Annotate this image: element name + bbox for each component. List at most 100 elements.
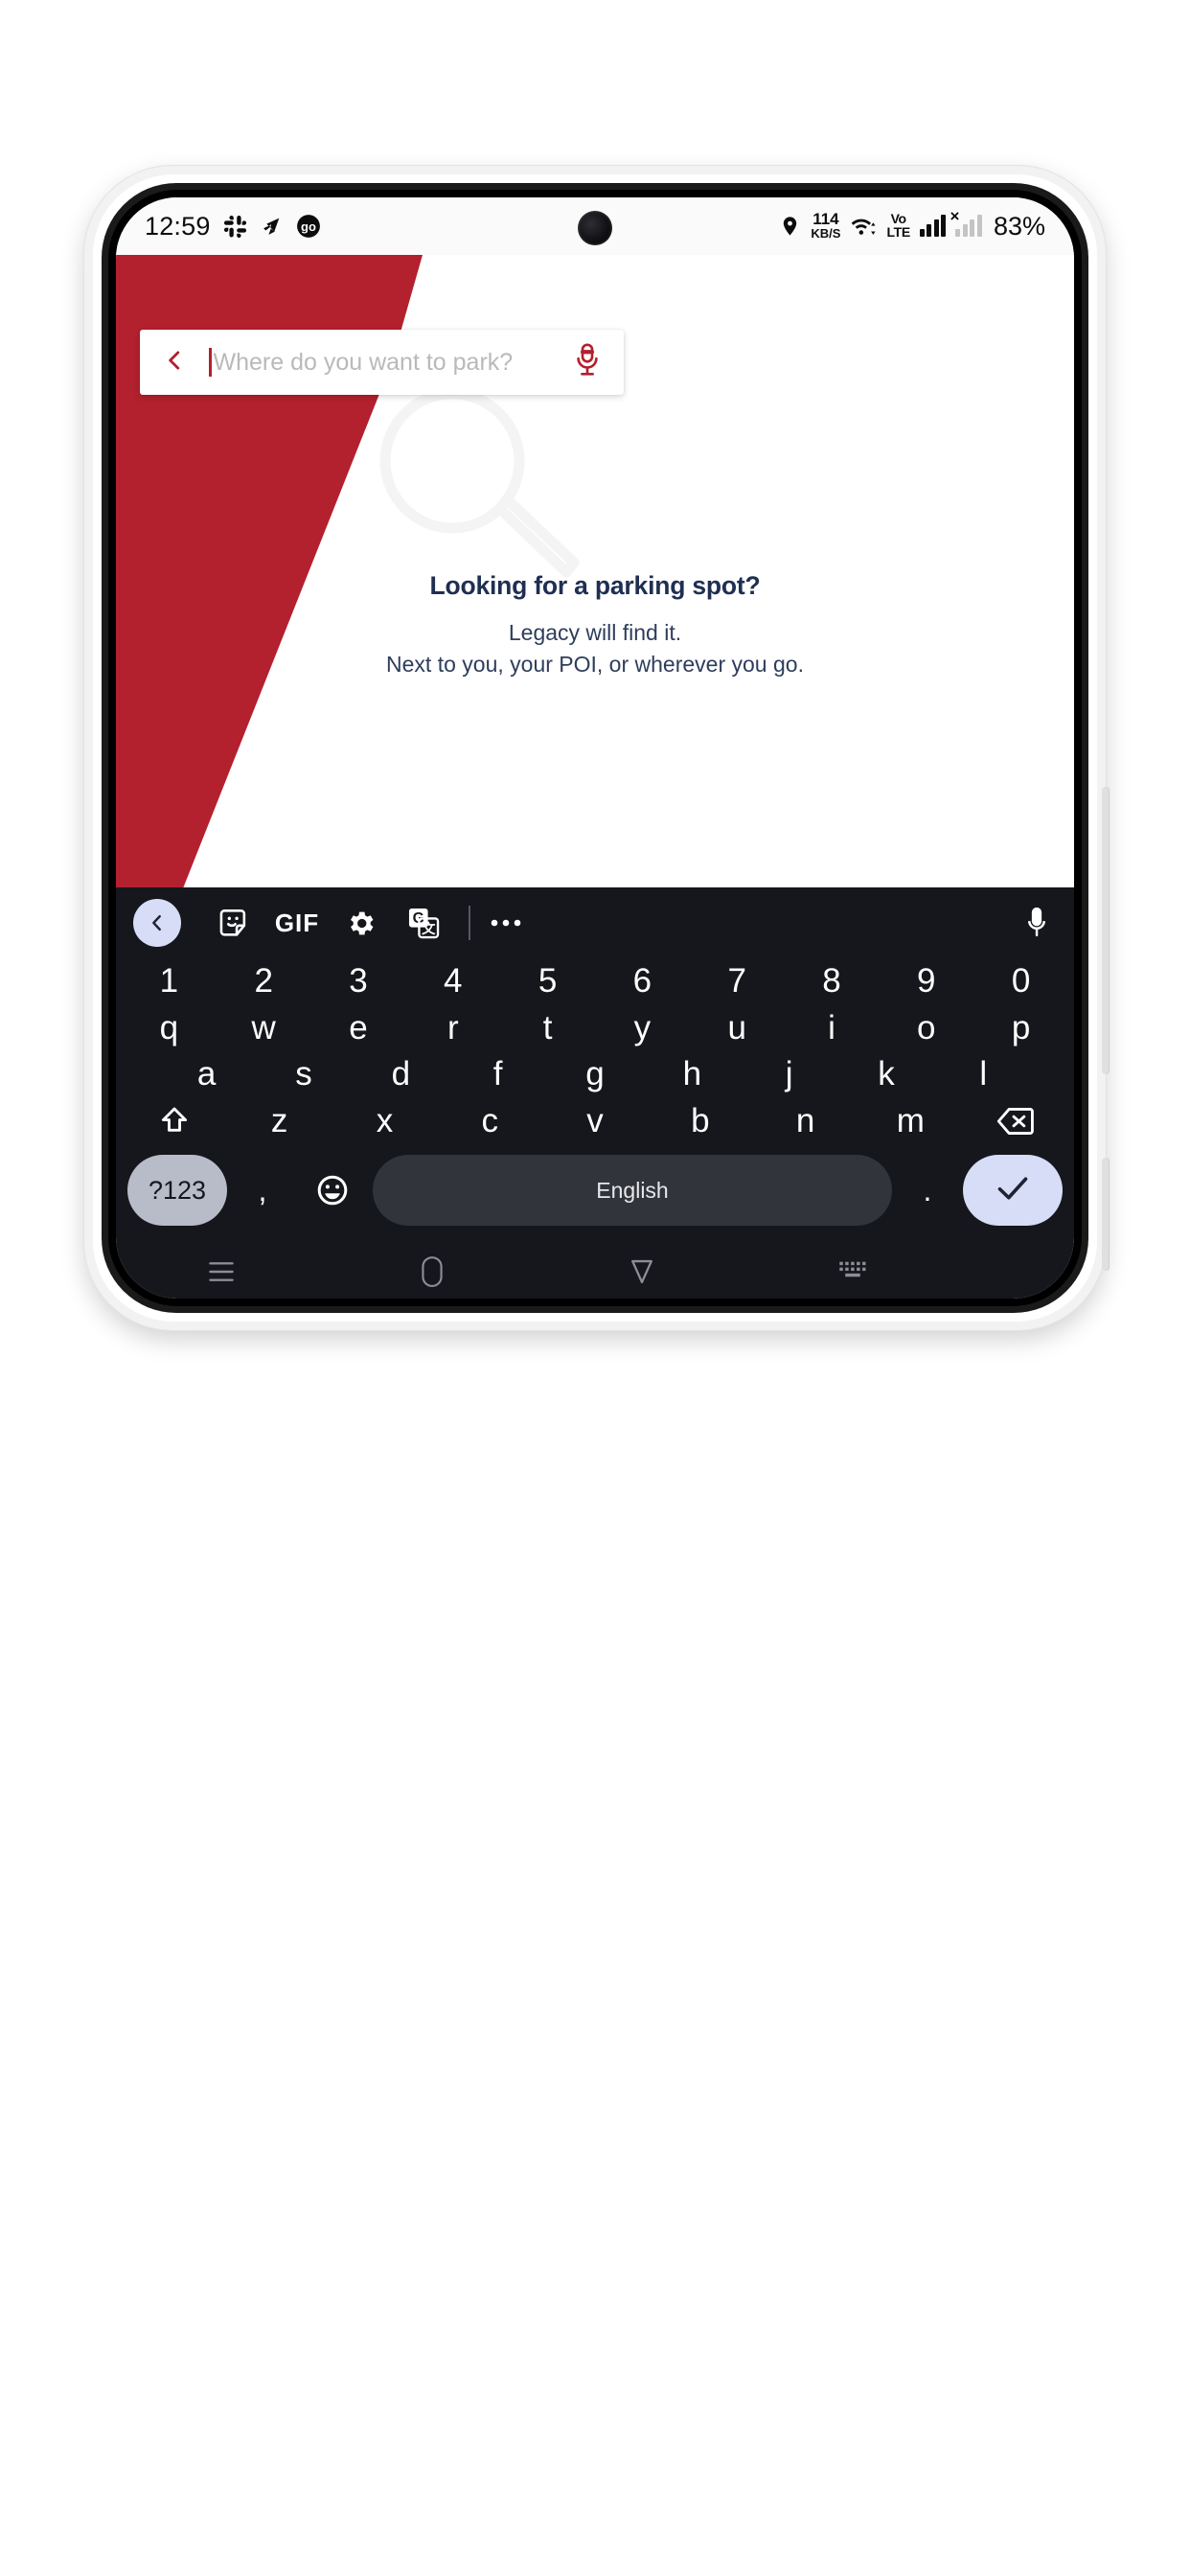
search-input[interactable] — [213, 330, 551, 395]
google-translate-icon[interactable]: G 文 — [392, 898, 455, 948]
keyboard-row-asdf: a s d f g h j k l — [116, 1051, 1074, 1098]
on-screen-keyboard: GIF G 文 1 2 3 4 5 6 7 8 9 0 q w e r t y … — [116, 887, 1074, 1244]
key-4[interactable]: 4 — [405, 958, 500, 1005]
gif-button[interactable]: GIF — [265, 898, 329, 948]
key-u[interactable]: u — [690, 1005, 785, 1052]
volte-bottom: LTE — [886, 224, 910, 240]
key-w[interactable]: w — [217, 1005, 311, 1052]
go-badge-icon: go — [296, 214, 321, 239]
sticker-icon[interactable] — [202, 898, 265, 948]
key-i[interactable]: i — [785, 1005, 880, 1052]
key-o[interactable]: o — [879, 1005, 973, 1052]
keyboard-row-bottom: ?123 , English . — [116, 1144, 1074, 1244]
key-a[interactable]: a — [158, 1051, 255, 1098]
key-5[interactable]: 5 — [500, 958, 595, 1005]
signal-bars-no-service-icon: × — [950, 207, 982, 237]
key-7[interactable]: 7 — [690, 958, 785, 1005]
key-2[interactable]: 2 — [217, 958, 311, 1005]
back-chevron-icon[interactable] — [538, 1257, 748, 1286]
phone-device-frame: 12:59 go 114 KB/S Vo LTE × 83% Where do … — [84, 166, 1110, 1330]
shift-icon[interactable] — [122, 1098, 227, 1145]
slack-icon — [223, 215, 247, 239]
key-s[interactable]: s — [255, 1051, 352, 1098]
voice-search-button[interactable] — [551, 330, 624, 395]
recents-icon[interactable] — [116, 1259, 327, 1284]
key-f[interactable]: f — [449, 1051, 546, 1098]
volume-button[interactable] — [1102, 787, 1110, 1074]
chevron-left-icon — [162, 345, 187, 380]
key-r[interactable]: r — [405, 1005, 500, 1052]
key-j[interactable]: j — [741, 1051, 837, 1098]
status-clock: 12:59 — [145, 211, 211, 241]
key-z[interactable]: z — [227, 1098, 332, 1145]
keyboard-toolbar-back-button[interactable] — [133, 899, 181, 947]
key-y[interactable]: y — [595, 1005, 690, 1052]
key-p[interactable]: p — [973, 1005, 1068, 1052]
empty-state-title: Looking for a parking spot? — [429, 571, 761, 600]
key-6[interactable]: 6 — [595, 958, 690, 1005]
key-l[interactable]: l — [935, 1051, 1032, 1098]
key-t[interactable]: t — [500, 1005, 595, 1052]
key-n[interactable]: n — [753, 1098, 858, 1145]
key-8[interactable]: 8 — [785, 958, 880, 1005]
key-b[interactable]: b — [648, 1098, 753, 1145]
net-speed-unit: KB/S — [811, 225, 841, 241]
key-d[interactable]: d — [353, 1051, 449, 1098]
empty-state-subtitle: Legacy will find it. Next to you, your P… — [116, 617, 1074, 679]
keyboard-toolbar-divider — [469, 906, 470, 940]
sim2-no-service-marker: × — [950, 207, 960, 225]
status-bar-left: 12:59 go — [145, 212, 321, 242]
magnifier-watermark-icon — [363, 384, 593, 590]
space-key[interactable]: English — [373, 1155, 892, 1226]
text-cursor — [209, 348, 212, 377]
svg-text:go: go — [301, 219, 316, 234]
location-pin-icon — [779, 214, 801, 239]
key-x[interactable]: x — [332, 1098, 438, 1145]
key-q[interactable]: q — [122, 1005, 217, 1052]
key-h[interactable]: h — [644, 1051, 741, 1098]
key-e[interactable]: e — [311, 1005, 406, 1052]
key-g[interactable]: g — [546, 1051, 643, 1098]
empty-state-line-2: Next to you, your POI, or wherever you g… — [386, 651, 804, 677]
wifi-icon — [850, 214, 877, 239]
key-1[interactable]: 1 — [122, 958, 217, 1005]
comma-key[interactable]: , — [233, 1155, 292, 1226]
key-c[interactable]: c — [437, 1098, 542, 1145]
key-v[interactable]: v — [542, 1098, 648, 1145]
key-3[interactable]: 3 — [311, 958, 406, 1005]
key-k[interactable]: k — [837, 1051, 934, 1098]
app-content-area: Looking for a parking spot? Legacy will … — [116, 255, 1074, 887]
network-speed-indicator: 114 KB/S — [811, 211, 841, 241]
send-arrow-icon — [260, 215, 284, 239]
svg-text:文: 文 — [422, 920, 436, 937]
backspace-icon[interactable] — [963, 1098, 1068, 1145]
key-9[interactable]: 9 — [879, 958, 973, 1005]
keyboard-toolbar: GIF G 文 — [116, 887, 1074, 958]
keyboard-microphone-icon[interactable] — [1024, 906, 1049, 940]
hide-keyboard-icon[interactable] — [747, 1259, 958, 1284]
keyboard-row-zxcv: z x c v b n m — [116, 1098, 1074, 1145]
empty-state-message: Looking for a parking spot? Legacy will … — [116, 571, 1074, 679]
power-button[interactable] — [1102, 1158, 1110, 1271]
gear-icon[interactable] — [329, 898, 392, 948]
key-0[interactable]: 0 — [973, 958, 1068, 1005]
front-camera-punch-hole — [578, 211, 612, 245]
search-bar[interactable] — [140, 330, 624, 395]
status-bar-right: 114 KB/S Vo LTE × 83% — [779, 207, 1045, 242]
search-back-button[interactable] — [140, 330, 209, 395]
phone-screen: 12:59 go 114 KB/S Vo LTE × 83% Where do … — [116, 197, 1074, 1299]
symbols-key[interactable]: ?123 — [127, 1155, 227, 1226]
check-icon — [995, 1174, 1030, 1208]
emoji-smile-icon[interactable] — [298, 1155, 367, 1226]
key-m[interactable]: m — [858, 1098, 963, 1145]
battery-percentage: 83% — [993, 211, 1045, 241]
more-horizontal-icon[interactable] — [490, 916, 522, 930]
microphone-icon — [573, 342, 602, 383]
empty-state-line-1: Legacy will find it. — [508, 620, 682, 645]
enter-key[interactable] — [963, 1155, 1063, 1226]
search-field-wrapper[interactable] — [209, 330, 551, 395]
home-pill-icon[interactable] — [327, 1255, 538, 1288]
keyboard-row-numbers: 1 2 3 4 5 6 7 8 9 0 — [116, 958, 1074, 1005]
keyboard-row-qwerty: q w e r t y u i o p — [116, 1005, 1074, 1052]
period-key[interactable]: . — [898, 1155, 957, 1226]
